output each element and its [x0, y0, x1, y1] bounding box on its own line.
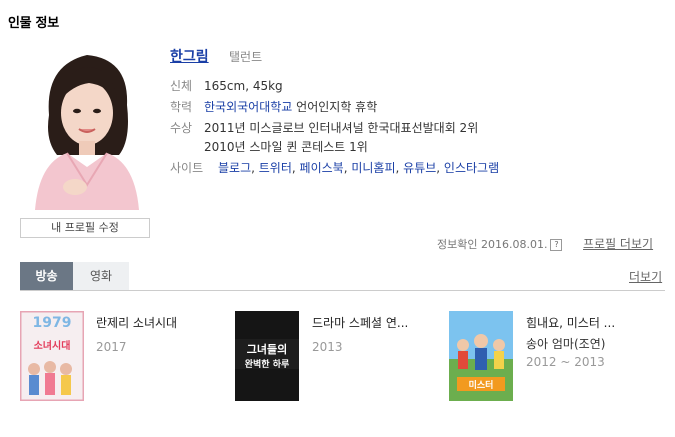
work-poster-2[interactable]: 그녀들의 완벽한 하루 [235, 311, 299, 401]
work-poster-3[interactable]: 미스터 [449, 311, 513, 401]
site-link-youtube[interactable]: 유튜브 [403, 161, 436, 175]
school-link[interactable]: 한국외국어대학교 [204, 100, 292, 114]
profile-more-link[interactable]: 프로필 더보기 [583, 235, 653, 252]
work-poster-1[interactable]: 1979 소녀시대 [20, 311, 84, 401]
info-body-value: 165cm, 45kg [204, 79, 283, 93]
info-award-row: 수상 2011년 미스글로브 인터내셔널 한국대표선발대회 2위 [170, 119, 478, 136]
person-name-link[interactable]: 한그림 [170, 46, 209, 66]
tab-broadcast[interactable]: 방송 [20, 262, 73, 290]
site-link-twitter[interactable]: 트위터 [259, 161, 292, 175]
poster-2-line-2: 완벽한 하루 [245, 358, 290, 370]
poster-1-year-text: 1979 [33, 315, 72, 331]
section-title: 인물 정보 [8, 16, 59, 31]
tab-movie[interactable]: 영화 [73, 262, 129, 290]
info-edu-detail: 언어인지학 휴학 [296, 100, 378, 114]
edit-profile-button[interactable]: 내 프로필 수정 [20, 218, 150, 238]
info-body-label: 신체 [170, 79, 193, 93]
site-link-facebook[interactable]: 페이스북 [300, 161, 344, 175]
award-item: 2010년 스마일 퀸 콘테스트 1위 [204, 140, 368, 154]
profile-photo[interactable] [27, 45, 147, 210]
site-link-instagram[interactable]: 인스타그램 [444, 161, 499, 175]
poster-3-title-text: 미스터 [469, 379, 494, 391]
work-title-3[interactable]: 힘내요, 미스터 ... [526, 314, 615, 331]
work-year-2: 2013 [312, 340, 343, 354]
info-check: 정보확인 2016.08.01.? [437, 236, 565, 252]
poster-1-title-text: 소녀시대 [34, 339, 71, 352]
person-job: 탤런트 [229, 50, 263, 64]
info-site-row: 사이트 블로그, 트위터, 페이스북, 미니홈피, 유튜브, 인스타그램 [170, 161, 500, 175]
tab-divider [20, 290, 665, 291]
work-year-3: 2012 ~ 2013 [526, 355, 605, 369]
site-link-minihompy[interactable]: 미니홈피 [351, 161, 395, 175]
info-award-label: 수상 [170, 121, 193, 135]
works-more-link[interactable]: 더보기 [629, 268, 662, 285]
work-title-1[interactable]: 란제리 소녀시대 [96, 314, 177, 331]
help-icon[interactable]: ? [550, 238, 563, 251]
info-edu-label: 학력 [170, 100, 193, 114]
poster-2-line-1: 그녀들의 [247, 342, 287, 356]
info-body-row: 신체 165cm, 45kg [170, 77, 283, 94]
info-edu-row: 학력 한국외국어대학교 언어인지학 휴학 [170, 98, 377, 115]
info-check-date: 정보확인 2016.08.01. [437, 238, 548, 251]
award-item: 2011년 미스글로브 인터내셔널 한국대표선발대회 2위 [204, 121, 479, 135]
work-year-1: 2017 [96, 340, 127, 354]
work-title-2[interactable]: 드라마 스페셜 연... [312, 314, 408, 331]
info-award-row-2: 2010년 스마일 퀸 콘테스트 1위 [204, 138, 368, 155]
site-link-blog[interactable]: 블로그 [218, 161, 251, 175]
work-role-3: 송아 엄마(조연) [526, 337, 606, 351]
info-site-label: 사이트 [170, 161, 204, 175]
